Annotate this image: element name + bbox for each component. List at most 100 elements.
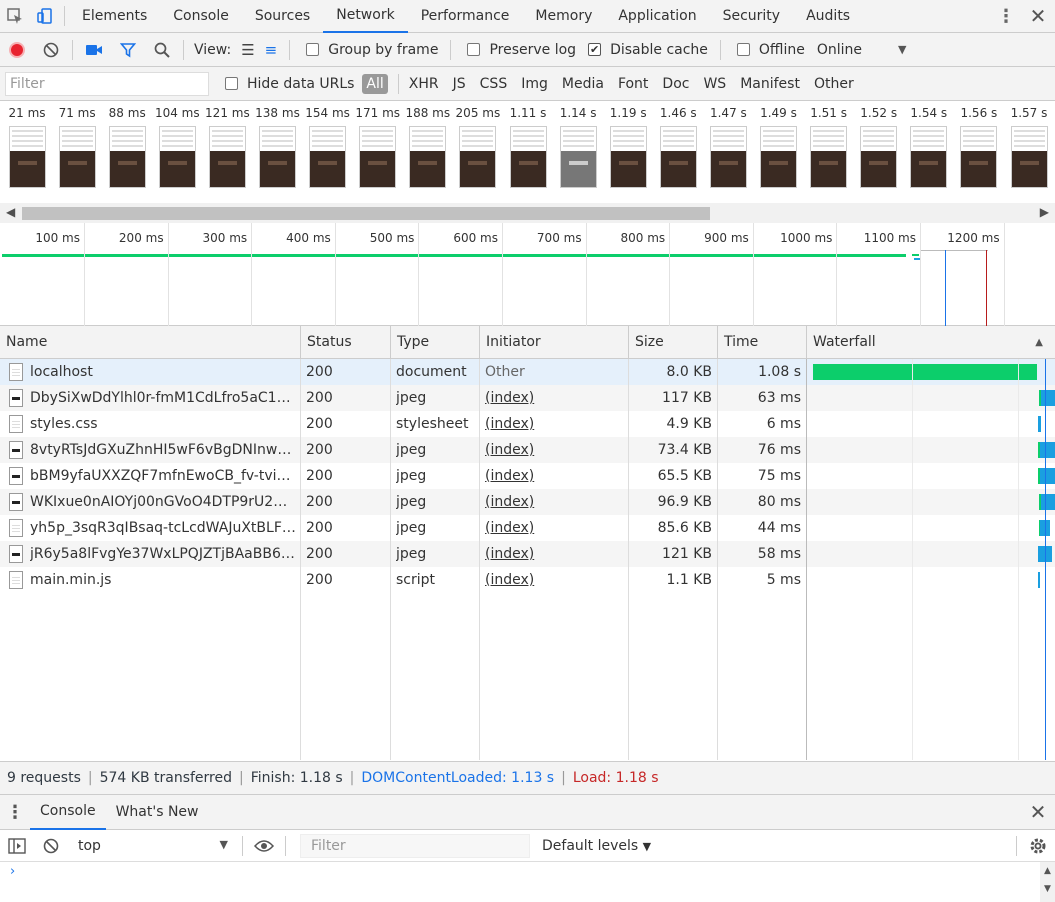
- column-header-status[interactable]: Status: [301, 326, 391, 359]
- search-button[interactable]: [145, 33, 179, 67]
- filmstrip-frame[interactable]: 205 ms: [453, 106, 503, 188]
- table-row[interactable]: styles.css 200 stylesheet (index) 4.9 KB 6 ms: [0, 411, 807, 437]
- scroll-left-icon[interactable]: ◀: [6, 205, 15, 219]
- filmstrip-frame[interactable]: 1.56 s: [954, 106, 1004, 188]
- tab-elements[interactable]: Elements: [69, 0, 160, 33]
- clear-console-button[interactable]: [34, 829, 68, 863]
- filmstrip-frame[interactable]: 104 ms: [152, 106, 202, 188]
- show-console-sidebar-button[interactable]: [0, 829, 34, 863]
- filmstrip-frame[interactable]: 1.11 s: [503, 106, 553, 188]
- request-initiator[interactable]: (index): [485, 541, 625, 567]
- filmstrip-frame[interactable]: 1.46 s: [653, 106, 703, 188]
- drawer-menu-icon[interactable]: ⋮: [0, 802, 30, 823]
- filter-type-js[interactable]: JS: [453, 76, 466, 92]
- live-expression-button[interactable]: [247, 829, 281, 863]
- filmstrip-scrollbar[interactable]: ◀ ▶: [0, 203, 1055, 223]
- filmstrip-frame[interactable]: 1.14 s: [553, 106, 603, 188]
- table-row[interactable]: jR6y5a8lFvgYe37WxLPQJZTjBAaBB6aIF... 200 j…: [0, 541, 807, 567]
- inspect-element-icon[interactable]: [0, 0, 30, 33]
- table-row[interactable]: localhost 200 document Other 8.0 KB 1.08 s: [0, 359, 807, 385]
- scroll-up-icon[interactable]: ▲: [1040, 866, 1055, 876]
- console-filter-input[interactable]: Filter: [300, 833, 530, 858]
- group-by-frame-checkbox[interactable]: Group by frame: [306, 42, 438, 58]
- execution-context-select[interactable]: top ▼: [68, 838, 238, 854]
- filter-type-ws[interactable]: WS: [703, 76, 726, 92]
- filmstrip-frame[interactable]: 1.47 s: [703, 106, 753, 188]
- table-row[interactable]: DbySiXwDdYlhl0r-fmM1CdLfro5aC1S0... 200 jp…: [0, 385, 807, 411]
- tab-memory[interactable]: Memory: [522, 0, 605, 33]
- table-row[interactable]: WKIxue0nAIOYj00nGVoO4DTP9rU2na... 200 jpeg…: [0, 489, 807, 515]
- filmstrip-frame[interactable]: 1.49 s: [754, 106, 804, 188]
- filmstrip-frame[interactable]: 138 ms: [253, 106, 303, 188]
- tab-sources[interactable]: Sources: [242, 0, 323, 33]
- filter-type-css[interactable]: CSS: [480, 76, 508, 92]
- tab-audits[interactable]: Audits: [793, 0, 863, 33]
- tab-network[interactable]: Network: [323, 0, 408, 33]
- table-row[interactable]: bBM9yfaUXXZQF7mfnEwoCB_fv-tviTZf... 200 jp…: [0, 463, 807, 489]
- drawer-tab-whats-new[interactable]: What's New: [106, 795, 209, 830]
- clear-button[interactable]: [34, 33, 68, 67]
- filter-type-all[interactable]: All: [362, 73, 388, 94]
- tab-application[interactable]: Application: [605, 0, 709, 33]
- hide-data-urls-checkbox[interactable]: Hide data URLs: [225, 76, 354, 92]
- column-header-name[interactable]: Name: [0, 326, 301, 359]
- request-initiator[interactable]: (index): [485, 411, 625, 437]
- filter-type-media[interactable]: Media: [562, 76, 604, 92]
- filmstrip-frame[interactable]: 121 ms: [202, 106, 252, 188]
- column-header-time[interactable]: Time: [718, 326, 807, 359]
- filter-type-xhr[interactable]: XHR: [409, 76, 439, 92]
- filter-toggle-button[interactable]: [111, 33, 145, 67]
- console-settings-button[interactable]: [1021, 829, 1055, 863]
- filter-type-doc[interactable]: Doc: [662, 76, 689, 92]
- request-initiator[interactable]: (index): [485, 463, 625, 489]
- record-button[interactable]: [0, 33, 34, 67]
- request-initiator[interactable]: (index): [485, 385, 625, 411]
- filter-type-manifest[interactable]: Manifest: [740, 76, 800, 92]
- waterfall-overview-icon[interactable]: ≡: [265, 41, 278, 59]
- filmstrip-frame[interactable]: 1.51 s: [804, 106, 854, 188]
- filmstrip-frame[interactable]: 21 ms: [2, 106, 52, 188]
- screenshot-capture-button[interactable]: [77, 33, 111, 67]
- timeline-overview[interactable]: 100 ms 200 ms 300 ms 400 ms 500 ms 600 ms 700 …: [0, 223, 1055, 326]
- tab-security[interactable]: Security: [710, 0, 794, 33]
- drawer-tab-console[interactable]: Console: [30, 795, 106, 830]
- more-options-icon[interactable]: ⋮: [991, 6, 1021, 27]
- close-drawer-icon[interactable]: ✕: [1021, 800, 1055, 824]
- table-row[interactable]: main.min.js 200 script (index) 1.1 KB 5 ms: [0, 567, 807, 593]
- filmstrip-frame[interactable]: 1.52 s: [854, 106, 904, 188]
- column-header-initiator[interactable]: Initiator: [480, 326, 629, 359]
- filmstrip-frame[interactable]: 1.57 s: [1004, 106, 1054, 188]
- close-devtools-icon[interactable]: ✕: [1021, 4, 1055, 28]
- scroll-down-icon[interactable]: ▼: [1040, 884, 1055, 894]
- chevron-down-icon[interactable]: ▼: [898, 43, 906, 56]
- filmstrip-frame[interactable]: 188 ms: [403, 106, 453, 188]
- request-initiator[interactable]: (index): [485, 489, 625, 515]
- filmstrip-frame[interactable]: 71 ms: [52, 106, 102, 188]
- console-prompt[interactable]: ›: [0, 862, 1055, 902]
- disable-cache-checkbox[interactable]: ✔ Disable cache: [588, 42, 708, 58]
- request-initiator[interactable]: (index): [485, 437, 625, 463]
- throttling-select[interactable]: Online: [817, 42, 862, 58]
- log-levels-select[interactable]: Default levels ▼: [542, 838, 651, 854]
- table-row[interactable]: 8vtyRTsJdGXuZhnHI5wF6vBgDNInw3q... 200 jpe…: [0, 437, 807, 463]
- scrollbar-thumb[interactable]: [22, 207, 710, 220]
- tab-performance[interactable]: Performance: [408, 0, 523, 33]
- table-row[interactable]: yh5p_3sqR3qIBsaq-tcLcdWAJuXtBLFh... 200 jp…: [0, 515, 807, 541]
- preserve-log-checkbox[interactable]: Preserve log: [467, 42, 576, 58]
- filter-input[interactable]: Filter: [5, 71, 209, 96]
- tab-console[interactable]: Console: [160, 0, 242, 33]
- filmstrip-frame[interactable]: 154 ms: [303, 106, 353, 188]
- filter-type-font[interactable]: Font: [618, 76, 648, 92]
- console-scrollbar[interactable]: ▲ ▼: [1040, 862, 1055, 902]
- column-header-size[interactable]: Size: [629, 326, 718, 359]
- filmstrip-frame[interactable]: 1.54 s: [904, 106, 954, 188]
- filter-type-other[interactable]: Other: [814, 76, 854, 92]
- filmstrip-frame[interactable]: 88 ms: [102, 106, 152, 188]
- filmstrip-frame[interactable]: 171 ms: [353, 106, 403, 188]
- offline-checkbox[interactable]: Offline: [736, 42, 805, 58]
- column-header-type[interactable]: Type: [391, 326, 480, 359]
- filter-type-img[interactable]: Img: [521, 76, 548, 92]
- scroll-right-icon[interactable]: ▶: [1040, 205, 1049, 219]
- large-request-rows-icon[interactable]: ☰: [241, 41, 254, 59]
- filmstrip-frame[interactable]: 1.19 s: [603, 106, 653, 188]
